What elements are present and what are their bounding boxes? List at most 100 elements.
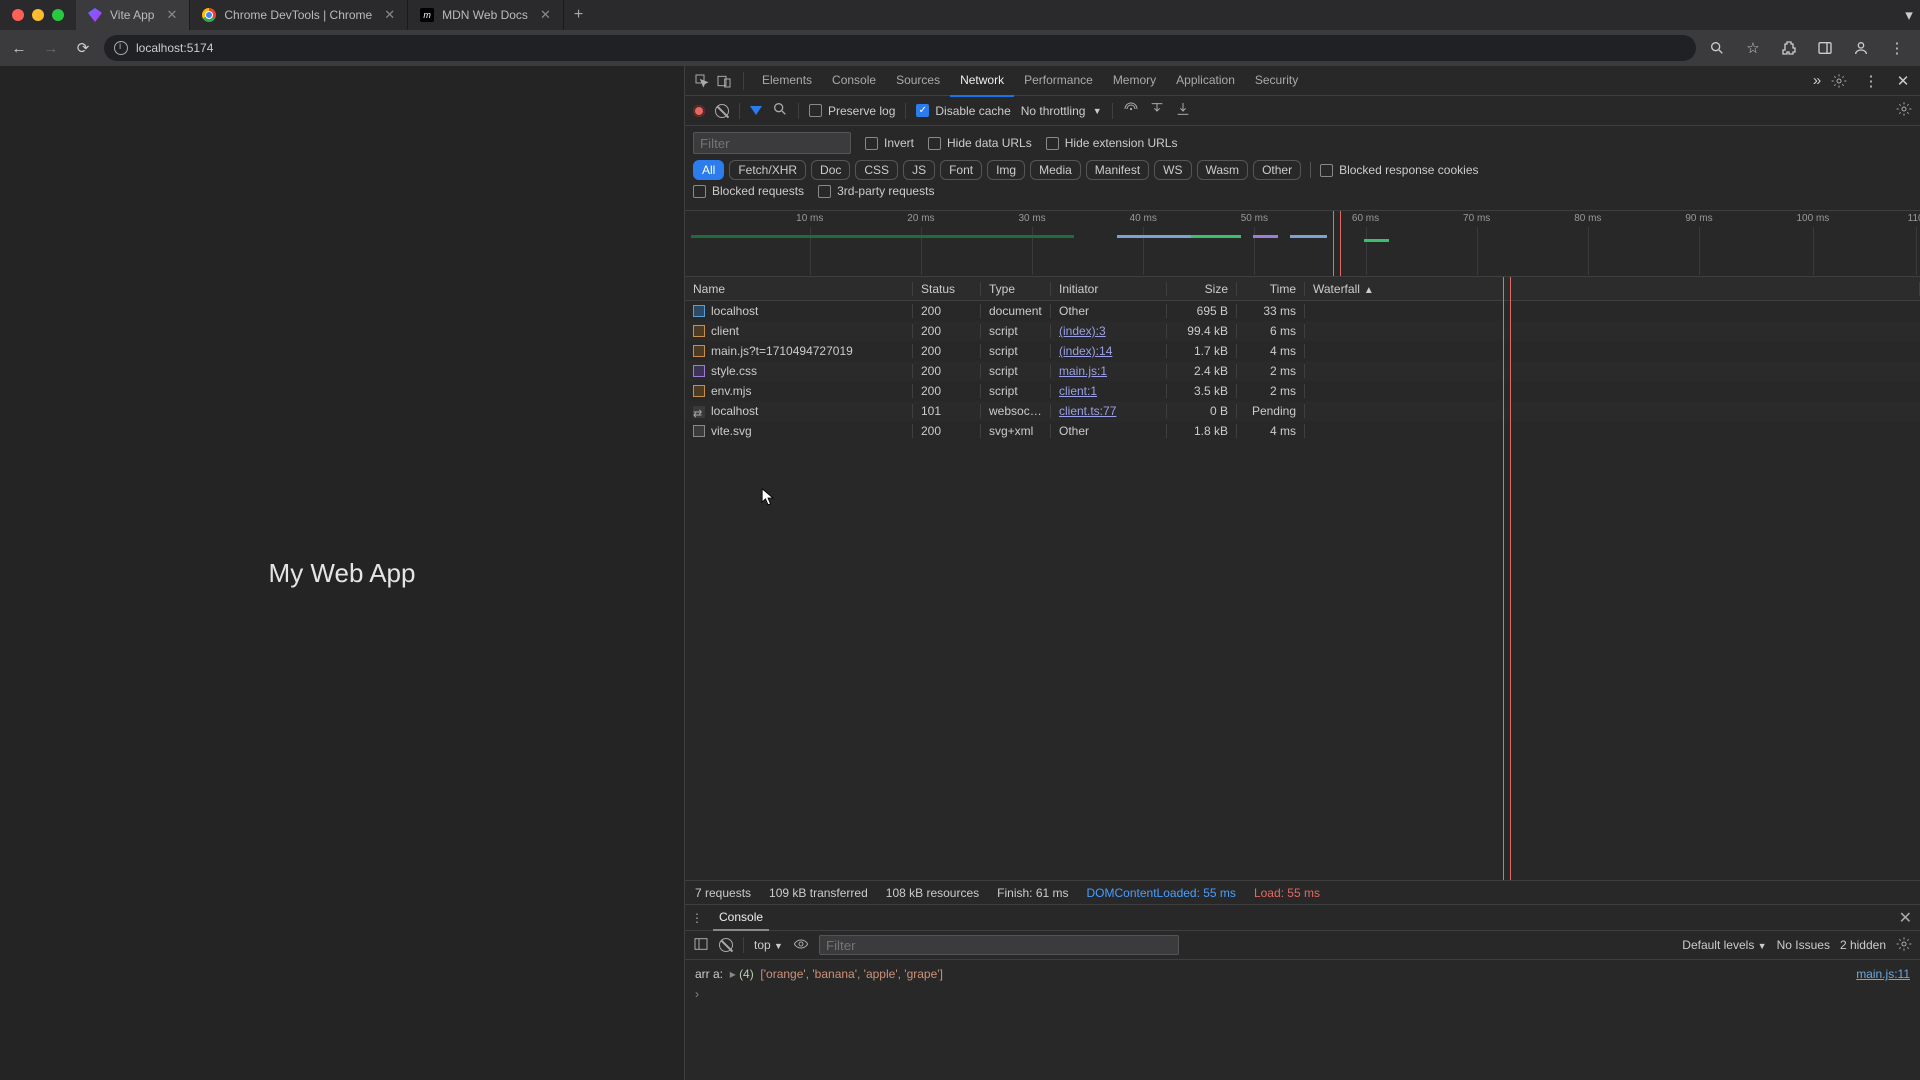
- hide-ext-urls-checkbox[interactable]: Hide extension URLs: [1046, 136, 1178, 150]
- tab-close-icon[interactable]: ✕: [166, 7, 177, 23]
- devtools-kebab-icon[interactable]: ⋮: [1860, 70, 1882, 92]
- devtools-tab-performance[interactable]: Performance: [1014, 65, 1103, 97]
- filter-chip-img[interactable]: Img: [987, 160, 1025, 180]
- request-row[interactable]: env.mjs200scriptclient:13.5 kB2 ms: [685, 381, 1920, 401]
- new-tab-button[interactable]: +: [564, 6, 593, 24]
- blocked-cookies-checkbox[interactable]: Blocked response cookies: [1320, 163, 1478, 177]
- console-prompt[interactable]: ›: [695, 984, 1910, 1004]
- browser-tab[interactable]: Chrome DevTools | Chrome✕: [190, 0, 408, 30]
- console-live-expr-icon[interactable]: [793, 936, 809, 955]
- nav-reload-button[interactable]: ⟳: [72, 37, 94, 59]
- throttling-select[interactable]: No throttling ▼: [1021, 104, 1102, 118]
- preserve-log-checkbox[interactable]: Preserve log: [809, 104, 895, 118]
- device-toolbar-icon[interactable]: [713, 70, 735, 92]
- filter-chip-manifest[interactable]: Manifest: [1086, 160, 1149, 180]
- filter-chip-all[interactable]: All: [693, 160, 724, 180]
- console-context-select[interactable]: top ▼: [754, 938, 783, 952]
- site-info-icon[interactable]: [114, 41, 128, 55]
- filter-toggle-icon[interactable]: [750, 106, 762, 115]
- invert-checkbox[interactable]: Invert: [865, 136, 914, 150]
- nav-back-button[interactable]: ←: [8, 37, 30, 59]
- filter-chip-ws[interactable]: WS: [1154, 160, 1191, 180]
- omnibox[interactable]: localhost:5174: [104, 35, 1696, 61]
- request-row[interactable]: localhost101websocketclient.ts:770 BPend…: [685, 401, 1920, 421]
- profile-icon[interactable]: [1850, 37, 1872, 59]
- expand-icon[interactable]: ▸: [730, 967, 736, 981]
- extensions-icon[interactable]: [1778, 37, 1800, 59]
- devtools-tab-elements[interactable]: Elements: [752, 65, 822, 97]
- console-filter-input[interactable]: [819, 935, 1179, 955]
- column-status[interactable]: Status: [913, 282, 981, 296]
- window-minimize-button[interactable]: [32, 9, 44, 21]
- search-icon[interactable]: [1706, 37, 1728, 59]
- filter-chip-media[interactable]: Media: [1030, 160, 1081, 180]
- search-icon[interactable]: [772, 101, 788, 120]
- devtools-settings-icon[interactable]: [1828, 70, 1850, 92]
- initiator-link[interactable]: (index):14: [1059, 344, 1112, 358]
- blocked-requests-checkbox[interactable]: Blocked requests: [693, 184, 804, 198]
- filter-chip-js[interactable]: JS: [903, 160, 935, 180]
- console-sidebar-toggle-icon[interactable]: [693, 936, 709, 955]
- devtools-tab-security[interactable]: Security: [1245, 65, 1308, 97]
- network-timeline-overview[interactable]: 10 ms20 ms30 ms40 ms50 ms60 ms70 ms80 ms…: [685, 211, 1920, 277]
- filter-chip-fetchxhr[interactable]: Fetch/XHR: [729, 160, 806, 180]
- request-row[interactable]: localhost200documentOther695 B33 ms: [685, 301, 1920, 321]
- column-time[interactable]: Time: [1237, 282, 1305, 296]
- request-row[interactable]: style.css200scriptmain.js:12.4 kB2 ms: [685, 361, 1920, 381]
- tab-close-icon[interactable]: ✕: [384, 7, 395, 23]
- initiator-link[interactable]: client:1: [1059, 384, 1097, 398]
- request-row[interactable]: client200script(index):399.4 kB6 ms: [685, 321, 1920, 341]
- column-type[interactable]: Type: [981, 282, 1051, 296]
- devtools-close-icon[interactable]: ✕: [1892, 70, 1914, 92]
- network-conditions-icon[interactable]: [1123, 101, 1139, 120]
- console-source-link[interactable]: main.js:11: [1856, 964, 1910, 984]
- initiator-link[interactable]: client.ts:77: [1059, 404, 1116, 418]
- filter-chip-other[interactable]: Other: [1253, 160, 1301, 180]
- console-levels-select[interactable]: Default levels ▼: [1682, 938, 1766, 952]
- disable-cache-checkbox[interactable]: Disable cache: [916, 104, 1010, 118]
- clear-button[interactable]: [715, 104, 729, 118]
- sidepanel-icon[interactable]: [1814, 37, 1836, 59]
- devtools-tab-application[interactable]: Application: [1166, 65, 1245, 97]
- browser-tab[interactable]: Vite App✕: [76, 0, 190, 30]
- record-button[interactable]: [693, 105, 705, 117]
- column-name[interactable]: Name: [685, 282, 913, 296]
- browser-tab[interactable]: mMDN Web Docs✕: [408, 0, 564, 30]
- devtools-tab-sources[interactable]: Sources: [886, 65, 950, 97]
- inspect-element-icon[interactable]: [691, 70, 713, 92]
- bookmark-icon[interactable]: ☆: [1742, 37, 1764, 59]
- tab-close-icon[interactable]: ✕: [540, 7, 551, 23]
- initiator-link[interactable]: (index):3: [1059, 324, 1106, 338]
- request-row[interactable]: main.js?t=1710494727019200script(index):…: [685, 341, 1920, 361]
- hide-data-urls-checkbox[interactable]: Hide data URLs: [928, 136, 1032, 150]
- filter-chip-wasm[interactable]: Wasm: [1197, 160, 1249, 180]
- initiator-link[interactable]: main.js:1: [1059, 364, 1107, 378]
- console-issues[interactable]: No Issues: [1777, 938, 1830, 952]
- devtools-tab-memory[interactable]: Memory: [1103, 65, 1166, 97]
- console-settings-icon[interactable]: [1896, 936, 1912, 955]
- network-filter-input[interactable]: [693, 132, 851, 154]
- filter-chip-doc[interactable]: Doc: [811, 160, 850, 180]
- console-log-row[interactable]: arr a: ▸ (4) ['orange', 'banana', 'apple…: [695, 964, 1910, 984]
- third-party-checkbox[interactable]: 3rd-party requests: [818, 184, 934, 198]
- chrome-menu-icon[interactable]: ⋮: [1886, 37, 1908, 59]
- column-size[interactable]: Size: [1167, 282, 1237, 296]
- drawer-tab-console[interactable]: Console: [713, 905, 769, 931]
- devtools-tab-network[interactable]: Network: [950, 65, 1014, 97]
- drawer-kebab-icon[interactable]: ⋮: [691, 911, 703, 925]
- console-clear-button[interactable]: [719, 938, 733, 952]
- nav-forward-button[interactable]: →: [40, 37, 62, 59]
- window-close-button[interactable]: [12, 9, 24, 21]
- window-maximize-button[interactable]: [52, 9, 64, 21]
- filter-chip-font[interactable]: Font: [940, 160, 982, 180]
- more-tabs-icon[interactable]: »: [1806, 70, 1828, 92]
- devtools-tab-console[interactable]: Console: [822, 65, 886, 97]
- column-initiator[interactable]: Initiator: [1051, 282, 1167, 296]
- drawer-close-icon[interactable]: ✕: [1899, 908, 1912, 928]
- tab-dropdown-button[interactable]: ▾: [1898, 4, 1920, 26]
- export-har-icon[interactable]: [1149, 101, 1165, 120]
- column-waterfall[interactable]: Waterfall▲: [1305, 282, 1920, 296]
- import-har-icon[interactable]: [1175, 101, 1191, 120]
- filter-chip-css[interactable]: CSS: [855, 160, 898, 180]
- request-row[interactable]: vite.svg200svg+xmlOther1.8 kB4 ms: [685, 421, 1920, 441]
